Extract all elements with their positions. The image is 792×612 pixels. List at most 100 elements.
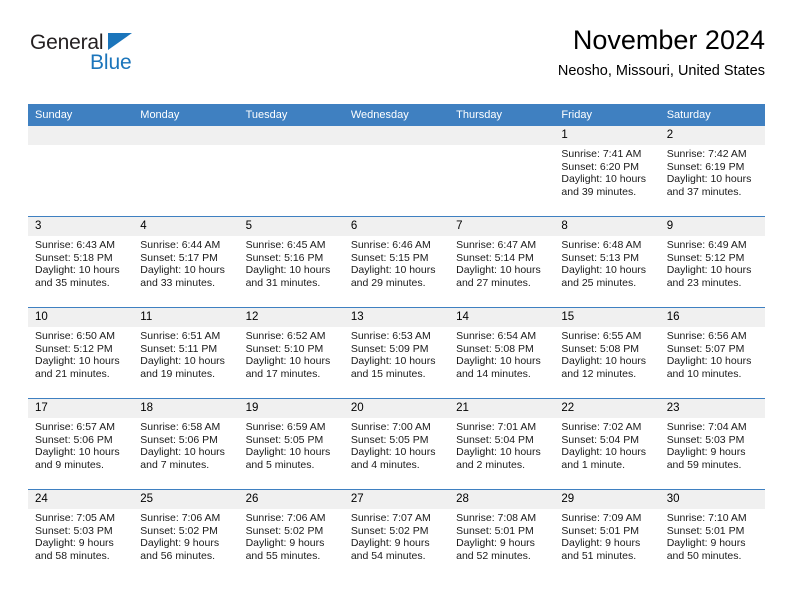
calendar-day-cell[interactable]: 5 Sunrise: 6:45 AM Sunset: 5:16 PM Daylight…: [238, 216, 344, 308]
calendar-day-cell[interactable]: 24 Sunrise: 7:05 AM Sunset: 5:03 PM Dayligh…: [28, 489, 134, 580]
calendar-day-cell[interactable]: 25 Sunrise: 7:06 AM Sunset: 5:02 PM Dayligh…: [133, 489, 239, 580]
sunrise-text: Sunrise: 7:10 AM: [666, 512, 747, 524]
day-number: 2: [659, 126, 765, 145]
day-number: 22: [554, 399, 660, 418]
day-details: Sunrise: 6:59 AM Sunset: 5:05 PM Daylight:…: [239, 418, 344, 471]
day-details: Sunrise: 6:46 AM Sunset: 5:15 PM Daylight:…: [344, 236, 449, 289]
calendar-day-cell[interactable]: 7 Sunrise: 6:47 AM Sunset: 5:14 PM Daylight…: [449, 216, 555, 308]
calendar-week-row: 17 Sunrise: 6:57 AM Sunset: 5:06 PM Dayligh…: [28, 398, 765, 490]
title-block: November 2024 Neosho, Missouri, United S…: [557, 26, 765, 80]
calendar-day-cell[interactable]: 15 Sunrise: 6:55 AM Sunset: 5:08 PM Dayligh…: [554, 307, 660, 399]
calendar-day-cell[interactable]: 20 Sunrise: 7:00 AM Sunset: 5:05 PM Dayligh…: [343, 398, 450, 490]
calendar-day-cell[interactable]: 1 Sunrise: 7:41 AM Sunset: 6:20 PM Daylight…: [554, 126, 660, 217]
calendar-day-cell[interactable]: 29 Sunrise: 7:09 AM Sunset: 5:01 PM Dayligh…: [554, 489, 660, 580]
calendar-day-cell[interactable]: 21 Sunrise: 7:01 AM Sunset: 5:04 PM Dayligh…: [449, 398, 555, 490]
sunrise-text: Sunrise: 6:47 AM: [456, 239, 537, 251]
day-number: 11: [133, 308, 239, 327]
calendar-day-cell[interactable]: 3 Sunrise: 6:43 AM Sunset: 5:18 PM Daylight…: [28, 216, 134, 308]
daylight-text: Daylight: 10 hours and 1 minute.: [561, 446, 647, 471]
sunset-text: Sunset: 5:18 PM: [35, 251, 113, 264]
daylight-text: Daylight: 10 hours and 25 minutes.: [561, 264, 647, 289]
sunrise-text: Sunrise: 6:50 AM: [35, 330, 115, 342]
day-details: Sunrise: 7:10 AM Sunset: 5:01 PM Daylight:…: [660, 509, 765, 562]
calendar-day-cell-empty: [238, 126, 344, 217]
daylight-text: Daylight: 9 hours and 50 minutes.: [666, 537, 746, 562]
sunrise-text: Sunrise: 7:00 AM: [350, 421, 431, 433]
day-number: 27: [343, 490, 450, 509]
daylight-text: Daylight: 10 hours and 5 minutes.: [245, 446, 331, 471]
daylight-text: Daylight: 9 hours and 59 minutes.: [666, 446, 746, 471]
sunrise-text: Sunrise: 7:07 AM: [350, 512, 431, 524]
day-number: [133, 126, 239, 145]
weekday-header-saturday: Saturday: [659, 104, 765, 126]
daylight-text: Daylight: 9 hours and 58 minutes.: [35, 537, 114, 562]
calendar-week-row: 1 Sunrise: 7:41 AM Sunset: 6:20 PM Daylight…: [28, 126, 765, 217]
calendar-day-cell[interactable]: 27 Sunrise: 7:07 AM Sunset: 5:02 PM Dayligh…: [343, 489, 450, 580]
calendar-day-cell[interactable]: 18 Sunrise: 6:58 AM Sunset: 5:06 PM Dayligh…: [133, 398, 239, 490]
calendar-day-cell[interactable]: 11 Sunrise: 6:51 AM Sunset: 5:11 PM Dayligh…: [133, 307, 239, 399]
sunset-text: Sunset: 5:15 PM: [350, 251, 429, 264]
calendar-day-cell[interactable]: 8 Sunrise: 6:48 AM Sunset: 5:13 PM Daylight…: [554, 216, 660, 308]
calendar-day-cell[interactable]: 9 Sunrise: 6:49 AM Sunset: 5:12 PM Daylight…: [659, 216, 765, 308]
day-number: 19: [238, 399, 344, 418]
sunrise-text: Sunrise: 7:06 AM: [140, 512, 221, 524]
daylight-text: Daylight: 10 hours and 33 minutes.: [140, 264, 225, 289]
day-details: Sunrise: 7:41 AM Sunset: 6:20 PM Daylight:…: [554, 145, 659, 198]
calendar-day-cell[interactable]: 23 Sunrise: 7:04 AM Sunset: 5:03 PM Dayligh…: [659, 398, 765, 490]
logo-text-general: General: [30, 31, 104, 54]
day-details: Sunrise: 6:54 AM Sunset: 5:08 PM Daylight:…: [449, 327, 554, 380]
sunset-text: Sunset: 5:06 PM: [35, 433, 113, 446]
day-details: Sunrise: 6:52 AM Sunset: 5:10 PM Daylight:…: [239, 327, 344, 380]
calendar-day-cell[interactable]: 22 Sunrise: 7:02 AM Sunset: 5:04 PM Dayligh…: [554, 398, 660, 490]
calendar-day-cell[interactable]: 28 Sunrise: 7:08 AM Sunset: 5:01 PM Dayligh…: [449, 489, 555, 580]
sunrise-text: Sunrise: 7:04 AM: [666, 421, 747, 433]
sunset-text: Sunset: 5:12 PM: [35, 342, 113, 355]
day-details: Sunrise: 6:57 AM Sunset: 5:06 PM Daylight:…: [28, 418, 133, 471]
day-details: Sunrise: 6:55 AM Sunset: 5:08 PM Daylight:…: [554, 327, 659, 380]
general-blue-logo: General Blue: [30, 32, 230, 84]
calendar-day-cell[interactable]: 30 Sunrise: 7:10 AM Sunset: 5:01 PM Dayligh…: [659, 489, 765, 580]
day-number: [343, 126, 450, 145]
calendar-day-cell[interactable]: 19 Sunrise: 6:59 AM Sunset: 5:05 PM Dayligh…: [238, 398, 344, 490]
day-details: Sunrise: 7:00 AM Sunset: 5:05 PM Daylight:…: [344, 418, 449, 471]
day-details: Sunrise: 6:43 AM Sunset: 5:18 PM Daylight:…: [28, 236, 133, 289]
day-number: 10: [28, 308, 134, 327]
daylight-text: Daylight: 9 hours and 52 minutes.: [456, 537, 535, 562]
day-number: 6: [343, 217, 450, 236]
sunset-text: Sunset: 5:14 PM: [456, 251, 534, 264]
sunset-text: Sunset: 5:11 PM: [140, 342, 218, 355]
calendar-day-cell[interactable]: 4 Sunrise: 6:44 AM Sunset: 5:17 PM Daylight…: [133, 216, 239, 308]
sunset-text: Sunset: 5:16 PM: [245, 251, 324, 264]
calendar-day-cell[interactable]: 17 Sunrise: 6:57 AM Sunset: 5:06 PM Dayligh…: [28, 398, 134, 490]
day-details: Sunrise: 7:02 AM Sunset: 5:04 PM Daylight:…: [554, 418, 659, 471]
sunrise-text: Sunrise: 6:49 AM: [666, 239, 747, 251]
day-details: Sunrise: 6:45 AM Sunset: 5:16 PM Daylight:…: [239, 236, 344, 289]
calendar-day-cell[interactable]: 10 Sunrise: 6:50 AM Sunset: 5:12 PM Dayligh…: [28, 307, 134, 399]
sunset-text: Sunset: 6:20 PM: [561, 160, 640, 173]
calendar-day-cell[interactable]: 14 Sunrise: 6:54 AM Sunset: 5:08 PM Dayligh…: [449, 307, 555, 399]
sunset-text: Sunset: 5:06 PM: [140, 433, 218, 446]
page-subtitle: Neosho, Missouri, United States: [557, 63, 765, 80]
daylight-text: Daylight: 10 hours and 37 minutes.: [666, 173, 752, 198]
calendar-day-cell[interactable]: 16 Sunrise: 6:56 AM Sunset: 5:07 PM Dayligh…: [659, 307, 765, 399]
daylight-text: Daylight: 10 hours and 2 minutes.: [456, 446, 541, 471]
calendar-day-cell-empty: [449, 126, 555, 217]
calendar-day-cell[interactable]: 13 Sunrise: 6:53 AM Sunset: 5:09 PM Dayligh…: [343, 307, 450, 399]
day-details: Sunrise: 6:50 AM Sunset: 5:12 PM Daylight:…: [28, 327, 133, 380]
day-details: Sunrise: 6:56 AM Sunset: 5:07 PM Daylight:…: [660, 327, 765, 380]
sunset-text: Sunset: 5:17 PM: [140, 251, 218, 264]
calendar-day-cell[interactable]: 2 Sunrise: 7:42 AM Sunset: 6:19 PM Daylight…: [659, 126, 765, 217]
day-number: 28: [449, 490, 555, 509]
sunrise-text: Sunrise: 6:55 AM: [561, 330, 642, 342]
daylight-text: Daylight: 10 hours and 9 minutes.: [35, 446, 120, 471]
daylight-text: Daylight: 10 hours and 14 minutes.: [456, 355, 541, 380]
sunrise-text: Sunrise: 7:01 AM: [456, 421, 537, 433]
calendar-day-cell[interactable]: 26 Sunrise: 7:06 AM Sunset: 5:02 PM Dayligh…: [238, 489, 344, 580]
day-number: 24: [28, 490, 134, 509]
sunset-text: Sunset: 5:01 PM: [666, 524, 745, 537]
calendar-day-cell-empty: [133, 126, 239, 217]
sunrise-text: Sunrise: 6:46 AM: [350, 239, 431, 251]
sunset-text: Sunset: 5:08 PM: [456, 342, 534, 355]
calendar-day-cell[interactable]: 6 Sunrise: 6:46 AM Sunset: 5:15 PM Daylight…: [343, 216, 450, 308]
calendar-day-cell[interactable]: 12 Sunrise: 6:52 AM Sunset: 5:10 PM Dayligh…: [238, 307, 344, 399]
